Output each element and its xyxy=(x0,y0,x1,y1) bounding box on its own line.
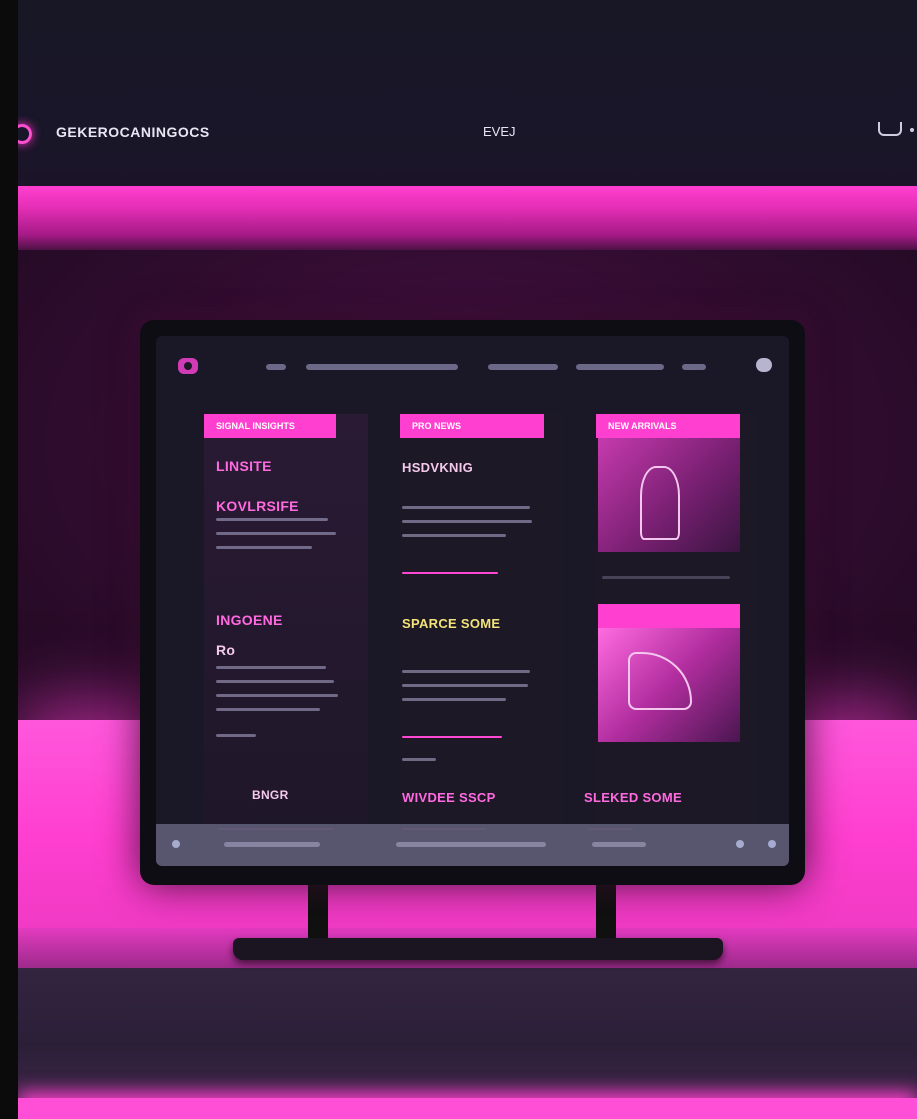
brand-logo-icon[interactable] xyxy=(18,124,32,144)
monitor: SIGNAL INSIGHTS LINSITE KOVLRSIFE INGOEN… xyxy=(140,320,805,885)
text-line xyxy=(402,572,498,574)
desk-edge-light xyxy=(18,1098,917,1119)
bar-item[interactable] xyxy=(592,842,646,847)
content-column: SIGNAL INSIGHTS LINSITE KOVLRSIFE INGOEN… xyxy=(204,414,368,844)
text-line xyxy=(402,520,532,523)
text-line xyxy=(216,532,336,535)
text-line xyxy=(402,534,506,537)
product-shape xyxy=(640,466,680,540)
product-image[interactable] xyxy=(598,628,740,742)
screen-nav-item[interactable] xyxy=(576,364,664,370)
text-line xyxy=(402,736,502,738)
text-line xyxy=(216,694,338,697)
content-column: NEW ARRIVALS SLEKED SOME xyxy=(584,414,756,844)
card-heading[interactable]: SPARCE SOME xyxy=(402,616,500,631)
text-line xyxy=(216,734,256,737)
screen-nav-item[interactable] xyxy=(682,364,706,370)
card-heading[interactable]: WIVDEE SSCP xyxy=(402,790,496,805)
column-tag[interactable]: PRO NEWS xyxy=(400,414,544,438)
monitor-screen: SIGNAL INSIGHTS LINSITE KOVLRSIFE INGOEN… xyxy=(156,336,789,866)
text-line xyxy=(402,670,530,673)
card-heading[interactable]: LINSITE xyxy=(216,458,272,474)
content-column: PRO NEWS HSDVKNIG SPARCE SOME WIVDEE SSC… xyxy=(400,414,562,844)
bar-icon[interactable] xyxy=(768,840,776,848)
image-caption-bar xyxy=(598,604,740,628)
bar-item[interactable] xyxy=(396,842,546,847)
bar-item[interactable] xyxy=(224,842,320,847)
text-line xyxy=(216,546,312,549)
text-line xyxy=(216,518,328,521)
screen-nav-item[interactable] xyxy=(306,364,458,370)
text-line xyxy=(216,680,334,683)
text-line xyxy=(402,758,436,761)
divider xyxy=(602,576,730,579)
product-shape xyxy=(628,652,692,710)
left-edge-strip xyxy=(0,0,18,1119)
neon-light-band xyxy=(18,186,917,256)
brand-name[interactable]: GEKEROCANINGOCS xyxy=(56,124,210,140)
product-image[interactable] xyxy=(598,438,740,552)
nav-link[interactable]: EVEJ xyxy=(483,124,516,139)
card-heading[interactable]: HSDVKNIG xyxy=(402,460,473,475)
cart-icon[interactable] xyxy=(878,122,902,136)
bar-icon[interactable] xyxy=(172,840,180,848)
screen-logo-icon[interactable] xyxy=(178,358,198,374)
bar-icon[interactable] xyxy=(736,840,744,848)
screen-nav-item[interactable] xyxy=(266,364,286,370)
column-tag[interactable]: NEW ARRIVALS xyxy=(596,414,740,438)
card-heading[interactable]: SLEKED SOME xyxy=(584,790,682,805)
monitor-stand-leg xyxy=(596,880,616,940)
scene: GEKEROCANINGOCS EVEJ SIGNAL INSIGHTS LIN… xyxy=(18,0,917,1119)
text-line xyxy=(216,666,326,669)
card-heading[interactable]: BNGR xyxy=(252,788,289,802)
text-line xyxy=(402,506,530,509)
text-line xyxy=(402,684,528,687)
column-tag[interactable]: SIGNAL INSIGHTS xyxy=(204,414,336,438)
card-heading[interactable]: INGOENE xyxy=(216,612,283,628)
cart-badge-dot xyxy=(910,128,914,132)
screen-bottom-bar xyxy=(156,824,789,866)
text-line xyxy=(216,708,320,711)
screen-nav-item[interactable] xyxy=(488,364,558,370)
card-heading[interactable]: Ro xyxy=(216,642,235,658)
site-header: GEKEROCANINGOCS EVEJ xyxy=(18,0,917,188)
monitor-stand-leg xyxy=(308,880,328,940)
screen-avatar-icon[interactable] xyxy=(756,358,772,372)
card-heading[interactable]: KOVLRSIFE xyxy=(216,498,299,514)
monitor-stand-base xyxy=(233,938,723,960)
text-line xyxy=(402,698,506,701)
desk-front xyxy=(18,968,917,1098)
